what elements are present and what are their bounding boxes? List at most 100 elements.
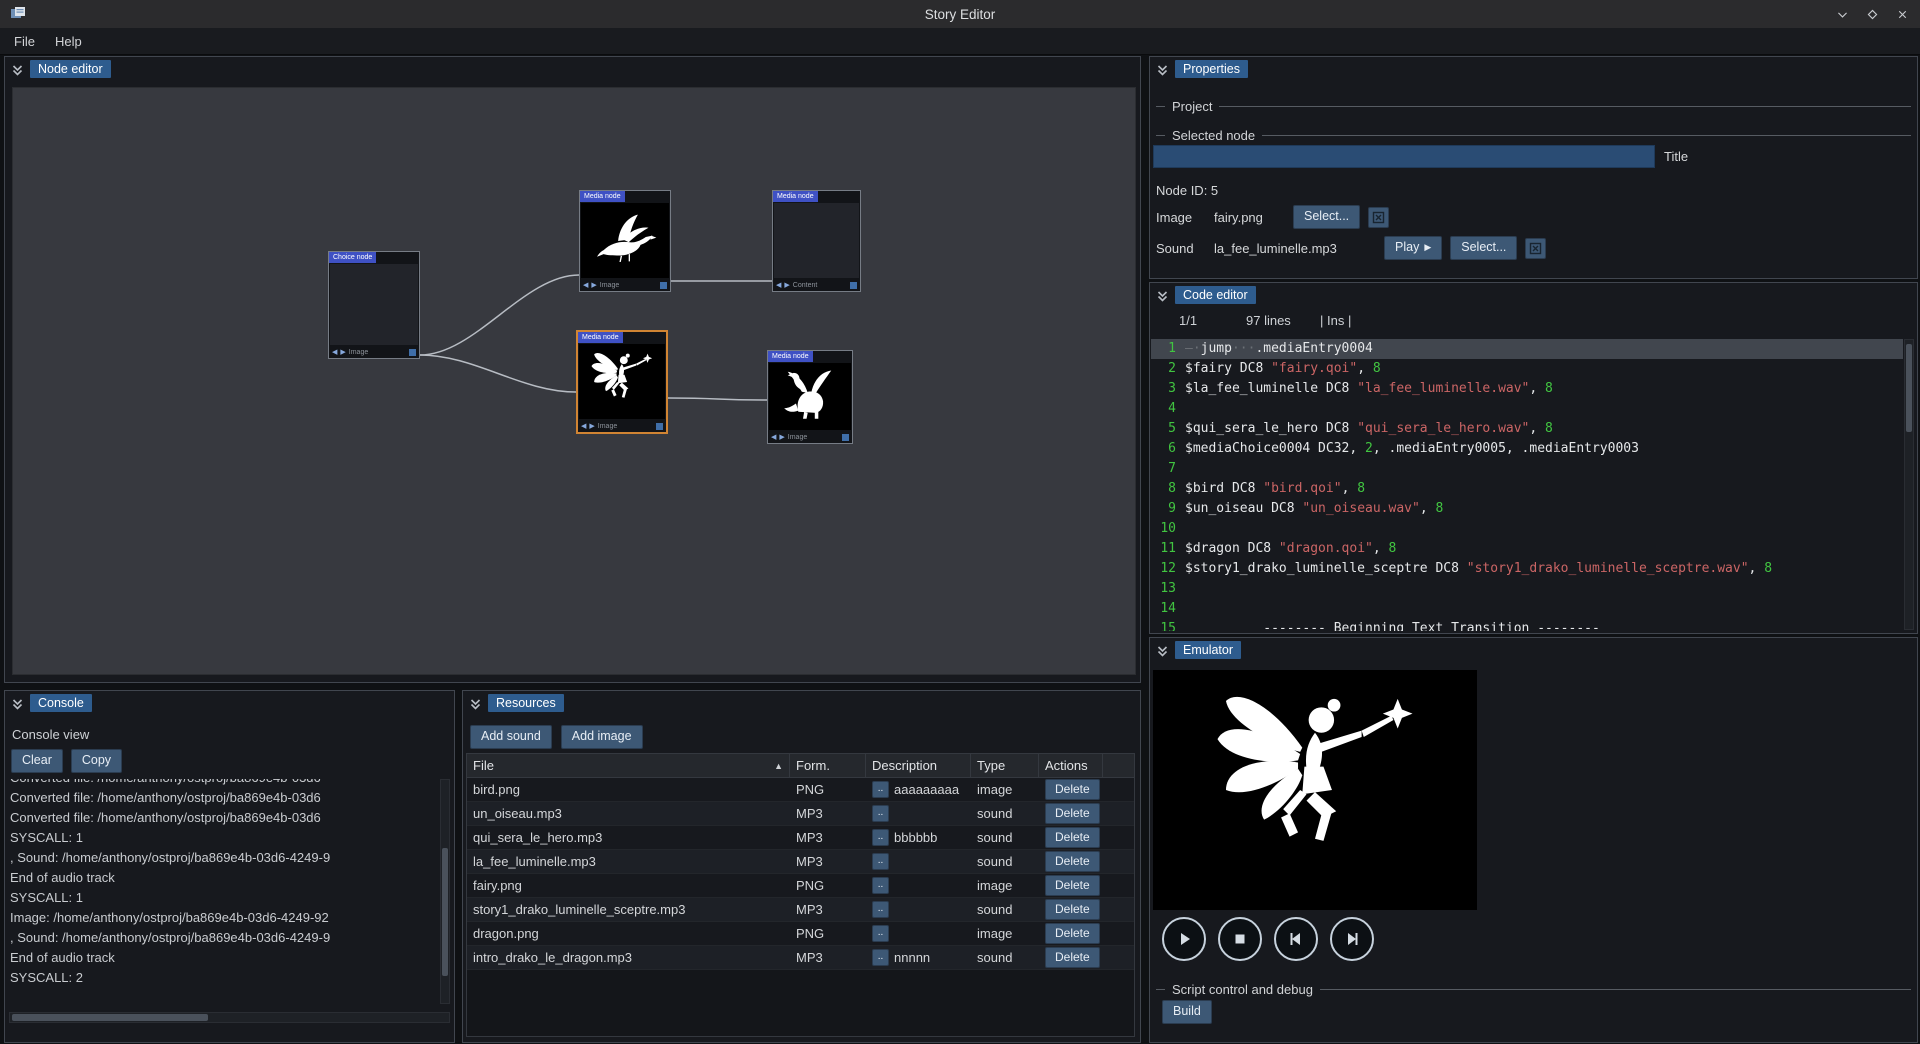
edit-description-button[interactable]: .. [872, 805, 889, 822]
graph-node-start[interactable]: Choice node◀▶Image [328, 251, 420, 359]
step-forward-button[interactable] [1330, 917, 1374, 961]
console-horizontal-scrollbar[interactable] [9, 1012, 450, 1023]
play-button[interactable] [1162, 917, 1206, 961]
edit-description-button[interactable]: .. [872, 781, 889, 798]
media-next-button[interactable]: ▶ [589, 422, 594, 430]
delete-resource-button[interactable]: Delete [1045, 851, 1100, 872]
code-line[interactable]: 8$bird DC8 "bird.qoi", 8 [1151, 479, 1903, 499]
code-line[interactable]: 4 [1151, 399, 1903, 419]
code-lines[interactable]: 1–·jump···.mediaEntry00042$fairy DC8 "fa… [1151, 339, 1903, 631]
play-sound-button[interactable]: Play ▶ [1384, 236, 1442, 260]
code-line[interactable]: 15 -------- Beginning Text Transition --… [1151, 619, 1903, 631]
graph-node-dragon[interactable]: Media node◀▶Image [767, 350, 853, 444]
add-sound-button[interactable]: Add sound [470, 725, 552, 749]
resource-row[interactable]: la_fee_luminelle.mp3MP3..soundDelete [467, 850, 1134, 874]
code-line[interactable]: 10 [1151, 519, 1903, 539]
minimize-button[interactable] [1834, 6, 1850, 22]
graph-node-bird[interactable]: Media node◀▶Image [579, 190, 671, 292]
code-line[interactable]: 3$la_fee_luminelle DC8 "la_fee_luminelle… [1151, 379, 1903, 399]
clear-console-button[interactable]: Clear [11, 749, 63, 773]
console-vertical-scrollbar[interactable] [440, 779, 450, 1004]
media-prev-button[interactable]: ◀ [776, 281, 781, 289]
media-next-button[interactable]: ▶ [591, 281, 596, 289]
resource-row[interactable]: fairy.pngPNG..imageDelete [467, 874, 1134, 898]
resource-row[interactable]: qui_sera_le_hero.mp3MP3..bbbbbbsoundDele… [467, 826, 1134, 850]
code-vertical-scrollbar[interactable] [1904, 339, 1914, 630]
delete-resource-button[interactable]: Delete [1045, 899, 1100, 920]
select-image-button[interactable]: Select... [1293, 205, 1360, 229]
resource-row[interactable]: intro_drako_le_dragon.mp3MP3..nnnnnsound… [467, 946, 1134, 970]
node-add-button[interactable] [842, 434, 849, 441]
graph-node-fairy[interactable]: Media node◀▶Image [576, 330, 668, 434]
scrollbar-thumb[interactable] [442, 848, 448, 976]
edit-description-button[interactable]: .. [872, 829, 889, 846]
code-line[interactable]: 1–·jump···.mediaEntry0004 [1151, 339, 1903, 359]
edit-description-button[interactable]: .. [872, 925, 889, 942]
code-line[interactable]: 7 [1151, 459, 1903, 479]
step-back-button[interactable] [1274, 917, 1318, 961]
media-next-button[interactable]: ▶ [340, 348, 345, 356]
media-prev-button[interactable]: ◀ [581, 422, 586, 430]
node-title-input[interactable] [1153, 145, 1655, 168]
delete-resource-button[interactable]: Delete [1045, 875, 1100, 896]
scrollbar-thumb[interactable] [12, 1014, 208, 1021]
stop-button[interactable] [1218, 917, 1262, 961]
media-prev-button[interactable]: ◀ [583, 281, 588, 289]
edit-description-button[interactable]: .. [872, 853, 889, 870]
graph-node-content[interactable]: Media node◀▶Content [772, 190, 861, 292]
media-next-button[interactable]: ▶ [779, 433, 784, 441]
media-prev-button[interactable]: ◀ [332, 348, 337, 356]
node-add-button[interactable] [660, 282, 667, 289]
code-line[interactable]: 14 [1151, 599, 1903, 619]
node-add-button[interactable] [850, 282, 857, 289]
select-sound-button[interactable]: Select... [1450, 236, 1517, 260]
maximize-button[interactable] [1864, 6, 1880, 22]
edit-description-button[interactable]: .. [872, 877, 889, 894]
add-image-button[interactable]: Add image [561, 725, 643, 749]
column-header-actions[interactable]: Actions [1039, 754, 1103, 777]
code-line[interactable]: 12$story1_drako_luminelle_sceptre DC8 "s… [1151, 559, 1903, 579]
media-next-button[interactable]: ▶ [784, 281, 789, 289]
column-header-file[interactable]: File ▲ [467, 754, 790, 777]
edit-description-button[interactable]: .. [872, 949, 889, 966]
delete-resource-button[interactable]: Delete [1045, 779, 1100, 800]
node-canvas[interactable]: Choice node◀▶Image Media node◀▶Image Media… [12, 87, 1136, 675]
delete-resource-button[interactable]: Delete [1045, 923, 1100, 944]
node-add-button[interactable] [656, 423, 663, 430]
clear-image-button[interactable] [1368, 207, 1389, 228]
code-line[interactable]: 5$qui_sera_le_hero DC8 "qui_sera_le_hero… [1151, 419, 1903, 439]
emulator-dock-header[interactable]: Emulator [1150, 638, 1917, 662]
column-header-format[interactable]: Form. [790, 754, 866, 777]
code-editor-dock-header[interactable]: Code editor [1150, 283, 1917, 307]
copy-console-button[interactable]: Copy [71, 749, 122, 773]
build-button[interactable]: Build [1162, 1000, 1212, 1024]
clear-sound-button[interactable] [1525, 238, 1546, 259]
node-add-button[interactable] [409, 349, 416, 356]
menu-file[interactable]: File [4, 30, 45, 53]
column-header-type[interactable]: Type [971, 754, 1039, 777]
code-line[interactable]: 13 [1151, 579, 1903, 599]
column-header-description[interactable]: Description [866, 754, 971, 777]
delete-resource-button[interactable]: Delete [1045, 803, 1100, 824]
delete-resource-button[interactable]: Delete [1045, 947, 1100, 968]
edit-description-button[interactable]: .. [872, 901, 889, 918]
resource-row[interactable]: dragon.pngPNG..imageDelete [467, 922, 1134, 946]
resources-dock-header[interactable]: Resources [463, 691, 1140, 715]
properties-dock-header[interactable]: Properties [1150, 57, 1917, 81]
delete-resource-button[interactable]: Delete [1045, 827, 1100, 848]
node-editor-dock-header[interactable]: Node editor [5, 57, 1140, 81]
code-line[interactable]: 2$fairy DC8 "fairy.qoi", 8 [1151, 359, 1903, 379]
scrollbar-thumb[interactable] [1906, 344, 1912, 432]
code-line[interactable]: 6$mediaChoice0004 DC32, 2, .mediaEntry00… [1151, 439, 1903, 459]
media-prev-button[interactable]: ◀ [771, 433, 776, 441]
code-token: "la_fee_luminelle.wav" [1357, 381, 1529, 396]
resource-row[interactable]: un_oiseau.mp3MP3..soundDelete [467, 802, 1134, 826]
close-button[interactable] [1894, 6, 1910, 22]
menu-help[interactable]: Help [45, 30, 92, 53]
code-line[interactable]: 11$dragon DC8 "dragon.qoi", 8 [1151, 539, 1903, 559]
image-file-value: fairy.png [1214, 210, 1285, 225]
code-line[interactable]: 9$un_oiseau DC8 "un_oiseau.wav", 8 [1151, 499, 1903, 519]
console-dock-header[interactable]: Console [5, 691, 454, 715]
resource-row[interactable]: bird.pngPNG..aaaaaaaaaimageDelete [467, 778, 1134, 802]
resource-row[interactable]: story1_drako_luminelle_sceptre.mp3MP3..s… [467, 898, 1134, 922]
